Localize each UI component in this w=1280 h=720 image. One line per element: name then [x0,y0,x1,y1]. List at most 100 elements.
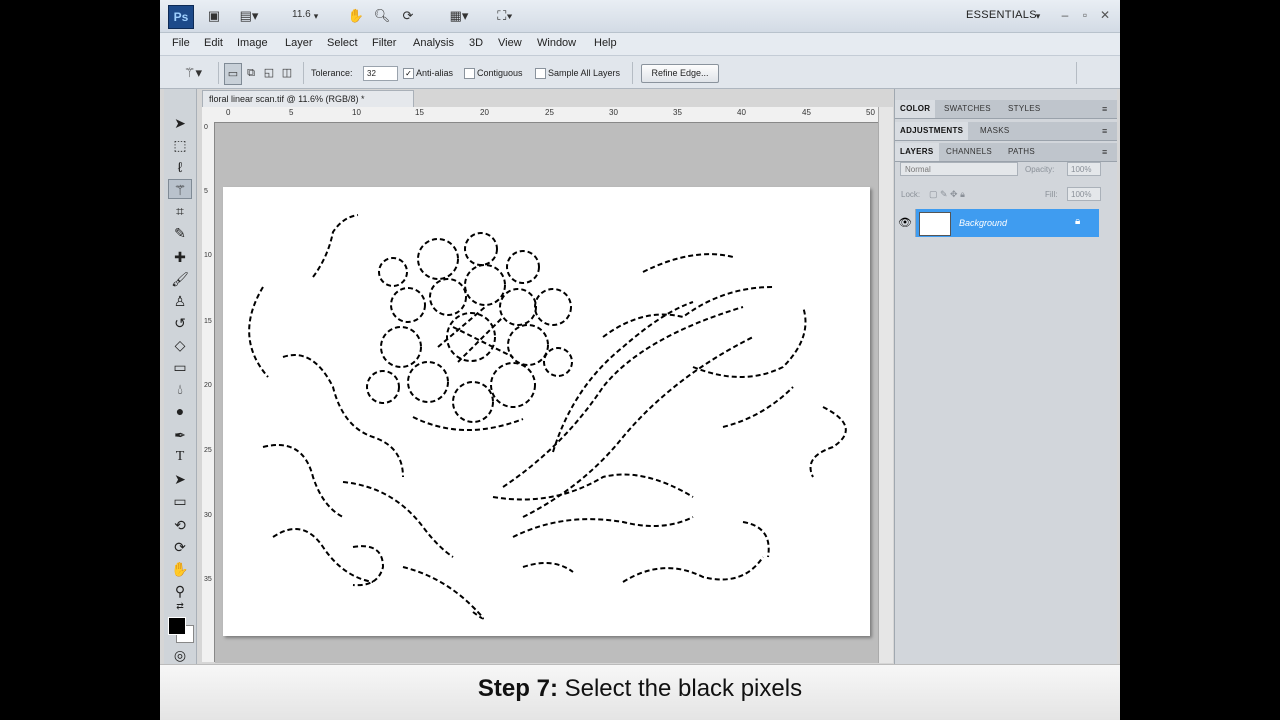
ruler-tick: 5 [204,188,208,195]
menu-bar: File Edit Image Layer Select Filter Anal… [160,33,1120,56]
path-selection-tool-icon[interactable]: ➤ [168,469,192,489]
ruler-tick: 0 [204,124,208,131]
history-brush-tool-icon[interactable]: ↺ [168,313,192,333]
menu-file[interactable]: File [172,37,190,49]
menu-filter[interactable]: Filter [372,37,396,49]
tab-styles[interactable]: STYLES [1003,100,1045,118]
tutorial-caption: Step 7: Select the black pixels [160,664,1120,720]
tab-color[interactable]: COLOR [895,100,936,118]
blur-tool-icon[interactable]: 💧︎ [168,379,192,399]
divider [1076,62,1077,84]
arrange-documents-icon[interactable]: ▦▾ [444,6,474,26]
ruler-tick: 10 [204,252,212,259]
eraser-tool-icon[interactable]: ◇ [168,335,192,355]
document-tab[interactable]: floral linear scan.tif @ 11.6% (RGB/8) * [202,90,414,107]
tab-swatches[interactable]: SWATCHES [939,100,996,118]
app-bar: Ps ▣ ▤▾ 11.6 ▾ ✋ 🔍︎ ⟳ ▦▾ ⛶▾ ESSENTIALS ▾… [160,0,1120,33]
panel-menu-icon[interactable]: ≡ [1097,143,1113,161]
zoom-tool-icon[interactable]: ⚲ [168,581,192,601]
contiguous-label: Contiguous [477,68,523,78]
tab-masks[interactable]: MASKS [975,122,1015,140]
quick-mask-icon[interactable]: ◎ [168,645,192,665]
gradient-tool-icon[interactable]: ▭ [168,357,192,377]
fill-input[interactable]: 100% [1067,187,1101,201]
eyedropper-tool-icon[interactable]: ✎ [168,223,192,243]
contiguous-checkbox[interactable] [464,68,475,79]
ruler-tick: 15 [415,108,424,117]
zoom-tool-icon[interactable]: 🔍︎ [372,6,392,26]
menu-edit[interactable]: Edit [204,37,223,49]
bridge-icon[interactable]: ▣ [204,6,224,26]
shape-tool-icon[interactable]: ▭ [168,491,192,511]
eye-icon[interactable]: 👁︎ [895,209,916,237]
vertical-scrollbar[interactable] [878,107,893,663]
brush-tool-icon[interactable]: 🖌︎ [168,269,192,289]
magic-wand-tool-icon[interactable]: ⚚ [168,179,192,199]
close-icon[interactable]: ✕ [1096,6,1114,24]
opacity-input[interactable]: 100% [1067,162,1101,176]
menu-help[interactable]: Help [594,37,617,49]
lasso-tool-icon[interactable]: ℓ [168,157,192,177]
maximize-icon[interactable]: ▫ [1076,6,1094,24]
ruler-tick: 15 [204,318,212,325]
3d-rotate-tool-icon[interactable]: ⟲ [168,515,192,535]
crop-tool-icon[interactable]: ⌗ [168,201,192,221]
menu-analysis[interactable]: Analysis [413,37,454,49]
magic-wand-preset-icon[interactable]: ⚚▾ [178,63,208,83]
document-canvas[interactable] [223,187,870,636]
panel-menu-icon[interactable]: ≡ [1097,100,1113,118]
dodge-tool-icon[interactable]: ● [168,401,192,421]
menu-layer[interactable]: Layer [285,37,313,49]
tab-channels[interactable]: CHANNELS [941,143,997,161]
swap-colors-icon[interactable]: ⇄ [168,599,192,613]
clone-stamp-tool-icon[interactable]: ♙ [168,291,192,311]
screen-mode-icon[interactable]: ⛶▾ [490,6,520,26]
move-tool-icon[interactable]: ➤ [168,113,192,133]
photoshop-logo: Ps [168,5,194,29]
opacity-label: Opacity: [1025,165,1055,174]
photoshop-window: Ps ▣ ▤▾ 11.6 ▾ ✋ 🔍︎ ⟳ ▦▾ ⛶▾ ESSENTIALS ▾… [160,0,1120,720]
hand-tool-icon[interactable]: ✋ [168,559,192,579]
view-extras-icon[interactable]: ▤▾ [234,6,264,26]
pen-tool-icon[interactable]: ✒ [168,425,192,445]
antialias-checkbox[interactable]: ✓ [403,68,414,79]
panel-menu-icon[interactable]: ≡ [1097,122,1113,140]
ruler-tick: 35 [673,108,682,117]
tab-adjustments[interactable]: ADJUSTMENTS [895,122,969,140]
chevron-down-icon[interactable]: ▾ [310,6,322,26]
healing-brush-tool-icon[interactable]: ✚ [168,247,192,267]
marquee-tool-icon[interactable]: ⬚ [168,135,192,155]
hand-tool-icon[interactable]: ✋ [346,6,366,26]
tab-paths[interactable]: PATHS [1003,143,1040,161]
menu-window[interactable]: Window [537,37,576,49]
menu-select[interactable]: Select [327,37,358,49]
lock-transparent-icon[interactable]: ▢ ✎ ✥ 🔒︎ [929,189,965,200]
ruler-tick: 50 [866,108,875,117]
blend-mode-select[interactable]: Normal [900,162,1018,176]
add-to-selection-icon[interactable]: ⧉ [243,63,259,83]
lock-icon: 🔒︎ [1075,216,1081,227]
menu-3d[interactable]: 3D [469,37,483,49]
intersect-selection-icon[interactable]: ◫ [279,63,295,83]
new-selection-icon[interactable]: ▭ [224,63,242,85]
panel-tabs-color: COLOR SWATCHES STYLES ≡ [895,100,1117,119]
workspace-switcher[interactable]: ESSENTIALS [966,9,1037,21]
menu-view[interactable]: View [498,37,522,49]
ruler-tick: 0 [226,108,231,117]
tolerance-input[interactable]: 32 [363,66,398,81]
zoom-level-dropdown[interactable]: 11.6 [292,9,311,20]
3d-orbit-tool-icon[interactable]: ⟳ [168,537,192,557]
minimize-icon[interactable]: – [1056,6,1074,24]
sample-all-layers-checkbox[interactable] [535,68,546,79]
menu-image[interactable]: Image [237,37,268,49]
ruler-tick: 5 [289,108,294,117]
chevron-down-icon[interactable]: ▾ [1032,6,1044,26]
foreground-color-swatch[interactable] [168,617,186,635]
tab-layers[interactable]: LAYERS [895,143,939,161]
refine-edge-button[interactable]: Refine Edge... [641,64,719,83]
type-tool-icon[interactable]: T [168,447,192,467]
rotate-view-icon[interactable]: ⟳ [398,6,418,26]
sample-all-layers-label: Sample All Layers [548,68,621,78]
ruler-tick: 30 [609,108,618,117]
subtract-from-selection-icon[interactable]: ◱ [261,63,277,83]
